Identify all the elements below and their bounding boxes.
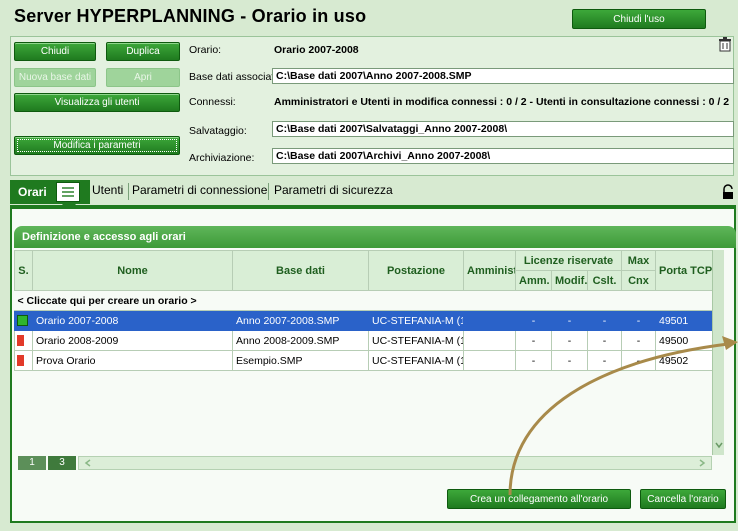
delete-timetable-button[interactable]: Cancella l'orario [640, 489, 726, 509]
tab-bar: Orari Utenti Parametri di connessione Pa… [10, 180, 734, 212]
col-nome[interactable]: Nome [32, 250, 233, 291]
section-title: Definizione e accesso agli orari [14, 226, 736, 248]
row-cslt: - [587, 310, 622, 331]
row-nome: Prova Orario [32, 350, 233, 371]
lock-icon[interactable] [722, 184, 734, 200]
row-max: - [621, 330, 656, 351]
row-cslt: - [587, 330, 622, 351]
col-s[interactable]: S. [14, 250, 33, 291]
horizontal-scrollbar[interactable] [78, 456, 712, 470]
salvataggio-field[interactable]: C:\Base dati 2007\Salvataggi_Anno 2007-2… [272, 121, 734, 137]
row-modif: - [551, 330, 588, 351]
count-a: 1 [18, 456, 46, 470]
duplicate-button[interactable]: Duplica [106, 42, 180, 61]
tab-divider [128, 183, 129, 200]
table-row[interactable]: Orario 2008-2009 Anno 2008-2009.SMP UC-S… [14, 330, 713, 351]
vertical-scrollbar[interactable] [712, 250, 724, 455]
row-porta: 49500 [655, 330, 713, 351]
col-base[interactable]: Base dati [232, 250, 369, 291]
stopped-timetable-icon [17, 335, 24, 347]
count-b: 3 [48, 456, 76, 470]
row-base: Anno 2007-2008.SMP [232, 310, 369, 331]
col-modif[interactable]: Modif. [551, 270, 588, 291]
tab-connessione[interactable]: Parametri di connessione [132, 183, 267, 197]
connessi-value: Amministratori e Utenti in modifica conn… [274, 96, 730, 108]
connessi-label: Connessi: [189, 96, 236, 108]
col-postazione[interactable]: Postazione [368, 250, 464, 291]
timetable-grid: S. Nome Base dati Postazione Amminist. L… [14, 250, 713, 371]
row-modif: - [551, 310, 588, 331]
row-amm: - [515, 310, 552, 331]
orario-value: Orario 2007-2008 [274, 44, 359, 56]
close-use-button[interactable]: Chiudi l'uso [572, 9, 706, 29]
salvataggio-label: Salvataggio: [189, 125, 247, 137]
tab-orari-label: Orari [18, 185, 47, 199]
tab-connessione-label: Parametri di connessione [132, 183, 268, 197]
window-title: Server HYPERPLANNING - Orario in uso [14, 6, 367, 26]
row-porta: 49502 [655, 350, 713, 371]
base-label: Base dati associata: [189, 71, 283, 83]
create-timetable-row[interactable]: < Cliccate qui per creare un orario > [14, 290, 713, 311]
close-button[interactable]: Chiudi [14, 42, 96, 61]
col-amminist[interactable]: Amminist. [463, 250, 516, 291]
row-base: Anno 2008-2009.SMP [232, 330, 369, 351]
table-row[interactable]: Orario 2007-2008 Anno 2007-2008.SMP UC-S… [14, 310, 713, 331]
col-cnx[interactable]: Cnx [621, 270, 656, 291]
row-amminist [463, 310, 516, 331]
modify-parameters-button[interactable]: Modifica i parametri [14, 136, 180, 155]
row-nome: Orario 2007-2008 [32, 310, 233, 331]
row-max: - [621, 310, 656, 331]
row-amm: - [515, 350, 552, 371]
create-link-button[interactable]: Crea un collegamento all'orario [447, 489, 631, 509]
tab-sicurezza[interactable]: Parametri di sicurezza [274, 183, 393, 197]
tab-utenti[interactable]: Utenti [92, 183, 123, 197]
archiviazione-field[interactable]: C:\Base dati 2007\Archivi_Anno 2007-2008… [272, 148, 734, 164]
col-cslt[interactable]: Cslt. [587, 270, 622, 291]
col-amm[interactable]: Amm. [515, 270, 552, 291]
row-postazione: UC-STEFANIA-M (19 [368, 350, 464, 371]
tab-sicurezza-label: Parametri di sicurezza [274, 183, 393, 197]
col-max[interactable]: Max [621, 250, 656, 271]
scroll-left-icon[interactable] [83, 458, 93, 468]
row-modif: - [551, 350, 588, 371]
base-field[interactable]: C:\Base dati 2007\Anno 2007-2008.SMP [272, 68, 734, 84]
open-button[interactable]: Apri [106, 68, 180, 87]
col-licenze: Licenze riservate [515, 250, 622, 271]
row-base: Esempio.SMP [232, 350, 369, 371]
row-porta: 49501 [655, 310, 713, 331]
table-row[interactable]: Prova Orario Esempio.SMP UC-STEFANIA-M (… [14, 350, 713, 371]
row-postazione: UC-STEFANIA-M (19 [368, 310, 464, 331]
view-users-button[interactable]: Visualizza gli utenti [14, 93, 180, 112]
trash-icon[interactable] [718, 37, 732, 52]
tab-divider [268, 183, 269, 200]
row-amm: - [515, 330, 552, 351]
row-cslt: - [587, 350, 622, 371]
col-porta[interactable]: Porta TCP [655, 250, 713, 291]
stopped-timetable-icon [17, 355, 24, 367]
row-max: - [621, 350, 656, 371]
new-database-button[interactable]: Nuova base dati [14, 68, 96, 87]
row-amminist [463, 350, 516, 371]
scroll-right-icon[interactable] [697, 458, 707, 468]
active-timetable-icon [17, 315, 28, 327]
row-nome: Orario 2008-2009 [32, 330, 233, 351]
orario-label: Orario: [189, 44, 222, 56]
list-icon [56, 182, 80, 202]
tab-utenti-label: Utenti [92, 183, 124, 197]
scroll-down-icon[interactable] [714, 440, 724, 450]
row-postazione: UC-STEFANIA-M (19 [368, 330, 464, 351]
tab-orari[interactable]: Orari [10, 180, 90, 212]
archiviazione-label: Archiviazione: [189, 152, 255, 164]
row-amminist [463, 330, 516, 351]
